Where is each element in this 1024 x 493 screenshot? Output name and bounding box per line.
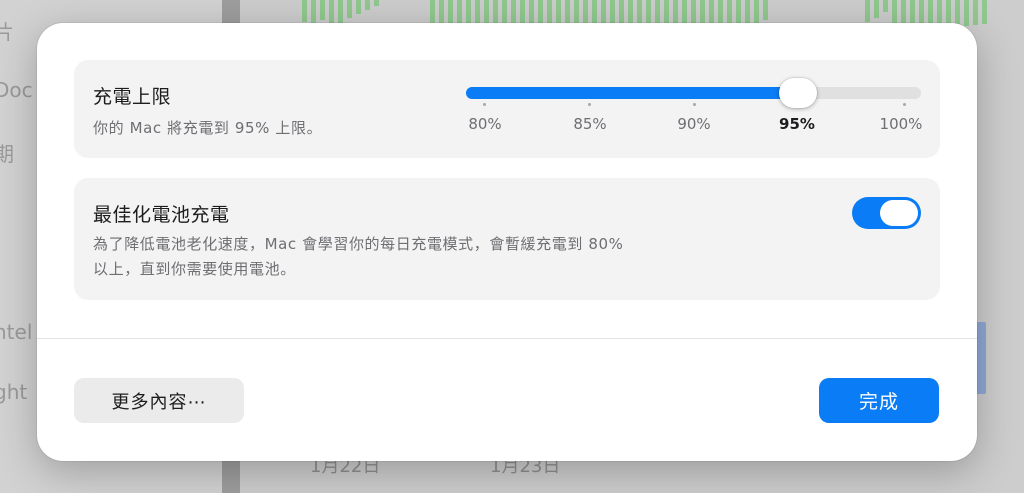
background-sidebar-item: Doc <box>0 78 33 102</box>
done-button[interactable]: 完成 <box>819 378 939 423</box>
background-sidebar-item: ntel <box>0 320 33 344</box>
slider-tick-dot <box>693 103 696 106</box>
footer-divider <box>37 338 977 339</box>
background-sidebar-item: 期 <box>0 142 14 166</box>
optimized-charging-title: 最佳化電池充電 <box>93 204 230 226</box>
slider-track[interactable] <box>466 87 921 99</box>
background-sidebar-item: 片 <box>0 20 14 44</box>
background-sidebar-item: ght <box>0 380 28 404</box>
more-info-button[interactable]: 更多內容⋯ <box>74 378 244 423</box>
slider-tick-dot <box>483 103 486 106</box>
slider-tick-label[interactable]: 85% <box>573 115 606 133</box>
optimized-charging-card: 最佳化電池充電 為了降低電池老化速度，Mac 會學習你的每日充電模式，會暫緩充電… <box>74 178 940 300</box>
charge-limit-title: 充電上限 <box>93 86 172 108</box>
optimized-charging-description-line2: 以上，直到你需要使用電池。 <box>93 260 296 278</box>
toggle-knob <box>880 200 918 226</box>
charge-limit-slider[interactable]: 80% 85% 90% 95% 100% <box>466 78 923 143</box>
slider-tick-label[interactable]: 90% <box>677 115 710 133</box>
slider-tick-label-selected[interactable]: 95% <box>779 115 815 133</box>
charge-limit-card: 充電上限 你的 Mac 將充電到 95% 上限。 80% 85% 90% 95%… <box>74 60 940 158</box>
optimized-charging-toggle[interactable] <box>852 197 921 229</box>
slider-thumb[interactable] <box>779 78 817 108</box>
slider-tick-label[interactable]: 80% <box>468 115 501 133</box>
slider-track-fill <box>466 87 798 99</box>
slider-tick-dot <box>588 103 591 106</box>
charge-limit-description: 你的 Mac 將充電到 95% 上限。 <box>93 119 323 137</box>
slider-tick-dot <box>903 103 906 106</box>
battery-settings-dialog: 充電上限 你的 Mac 將充電到 95% 上限。 80% 85% 90% 95%… <box>37 23 977 461</box>
optimized-charging-description-line1: 為了降低電池老化速度，Mac 會學習你的每日充電模式，會暫緩充電到 80% <box>93 235 624 253</box>
slider-tick-label[interactable]: 100% <box>880 115 923 133</box>
